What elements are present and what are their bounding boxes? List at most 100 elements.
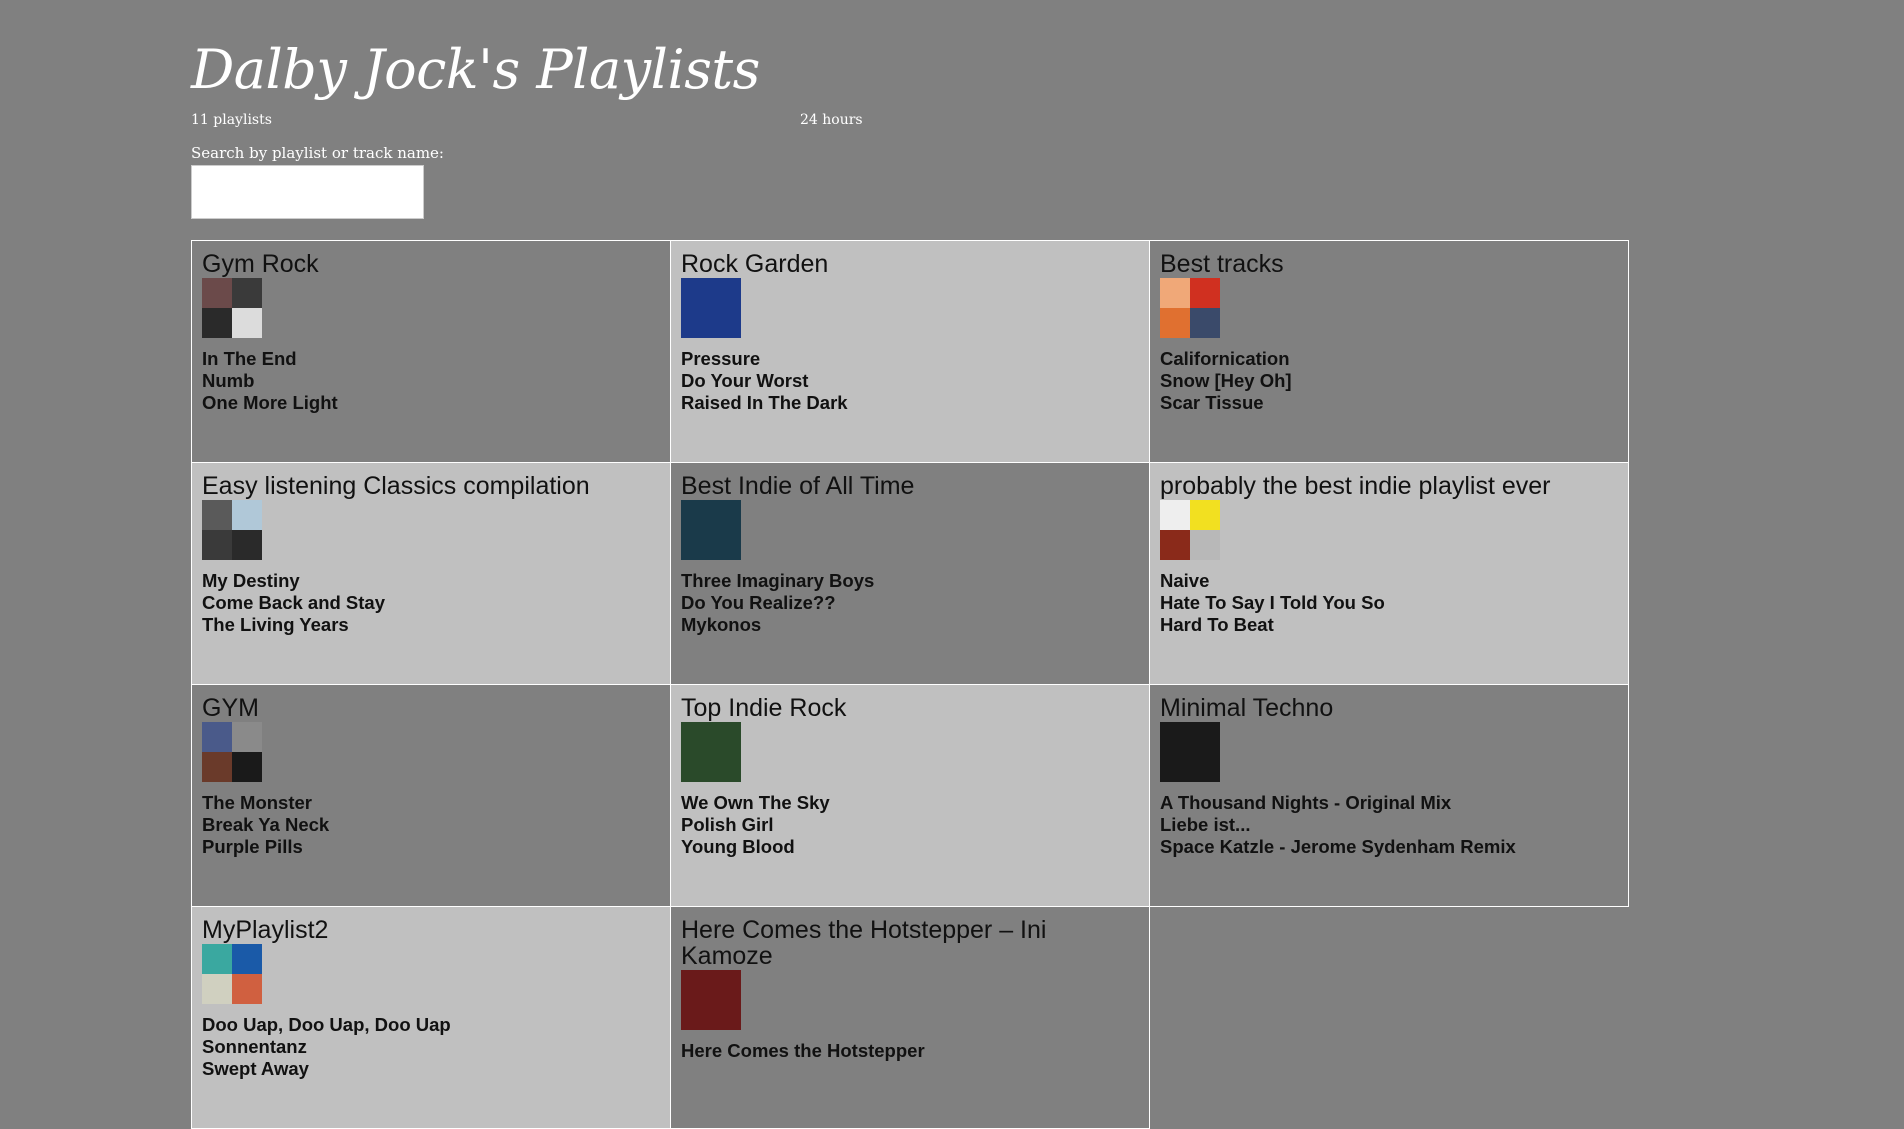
album-art-tile — [202, 308, 232, 338]
playlist-card[interactable]: GYM The Monster Break Ya Neck Purple Pills — [192, 685, 671, 907]
playlist-cover-art — [1160, 278, 1220, 338]
playlist-card[interactable]: Minimal Techno A Thousand Nights - Origin… — [1150, 685, 1629, 907]
track-item[interactable]: In The End — [202, 348, 660, 370]
playlist-cover-art — [681, 278, 741, 338]
track-item[interactable]: Do Your Worst — [681, 370, 1139, 392]
track-item[interactable]: Naive — [1160, 570, 1618, 592]
track-item[interactable]: One More Light — [202, 392, 660, 414]
track-item[interactable]: Space Katzle - Jerome Sydenham Remix — [1160, 836, 1618, 858]
album-art-tile — [681, 278, 741, 338]
album-art-tile — [202, 974, 232, 1004]
track-item[interactable]: Young Blood — [681, 836, 1139, 858]
track-item[interactable]: Doo Uap, Doo Uap, Doo Uap — [202, 1014, 660, 1036]
track-item[interactable]: Mykonos — [681, 614, 1139, 636]
track-item[interactable]: Three Imaginary Boys — [681, 570, 1139, 592]
track-item[interactable]: A Thousand Nights - Original Mix — [1160, 792, 1618, 814]
playlist-title[interactable]: Best Indie of All Time — [681, 473, 1139, 499]
track-list: Californication Snow [Hey Oh] Scar Tissue — [1160, 348, 1618, 414]
track-list: Doo Uap, Doo Uap, Doo Uap Sonnentanz Swept… — [202, 1014, 660, 1080]
track-item[interactable]: Numb — [202, 370, 660, 392]
album-art-tile — [232, 308, 262, 338]
album-art-tile — [202, 752, 232, 782]
playlist-title[interactable]: Best tracks — [1160, 251, 1618, 277]
playlist-title[interactable]: MyPlaylist2 — [202, 917, 660, 943]
track-list: A Thousand Nights - Original Mix Liebe is… — [1160, 792, 1618, 858]
track-list: Three Imaginary Boys Do You Realize?? Myko… — [681, 570, 1139, 636]
playlist-card[interactable]: probably the best indie playlist ever Nai… — [1150, 463, 1629, 685]
track-item[interactable]: The Living Years — [202, 614, 660, 636]
playlist-card[interactable]: Best Indie of All Time Three Imaginary Bo… — [671, 463, 1150, 685]
track-list: Here Comes the Hotstepper — [681, 1040, 1139, 1062]
album-art-tile — [202, 278, 232, 308]
playlist-title[interactable]: GYM — [202, 695, 660, 721]
track-item[interactable]: Swept Away — [202, 1058, 660, 1080]
album-art-tile — [202, 722, 232, 752]
playlist-title[interactable]: probably the best indie playlist ever — [1160, 473, 1618, 499]
track-item[interactable]: Scar Tissue — [1160, 392, 1618, 414]
track-list: My Destiny Come Back and Stay The Living Y… — [202, 570, 660, 636]
track-item[interactable]: Californication — [1160, 348, 1618, 370]
album-art-tile — [1190, 530, 1220, 560]
playlist-card[interactable]: Here Comes the Hotstepper – Ini Kamoze He… — [671, 907, 1150, 1129]
album-art-tile — [202, 500, 232, 530]
album-art-tile — [1160, 278, 1190, 308]
playlist-cover-art — [202, 944, 262, 1004]
album-art-tile — [232, 278, 262, 308]
playlist-cover-art — [681, 500, 741, 560]
total-hours: 24 hours — [800, 112, 863, 128]
playlist-card[interactable]: MyPlaylist2 Doo Uap, Doo Uap, Doo Uap Sonn… — [192, 907, 671, 1129]
playlist-card[interactable]: Top Indie Rock We Own The Sky Polish Girl Y… — [671, 685, 1150, 907]
album-art-tile — [232, 500, 262, 530]
playlist-cover-art — [681, 722, 741, 782]
album-art-tile — [1160, 530, 1190, 560]
track-item[interactable]: Snow [Hey Oh] — [1160, 370, 1618, 392]
album-art-tile — [681, 500, 741, 560]
track-item[interactable]: Do You Realize?? — [681, 592, 1139, 614]
album-art-tile — [202, 530, 232, 560]
album-art-tile — [1190, 308, 1220, 338]
playlist-card[interactable]: Gym Rock In The End Numb One More Light — [192, 241, 671, 463]
album-art-tile — [232, 752, 262, 782]
track-item[interactable]: Hate To Say I Told You So — [1160, 592, 1618, 614]
track-item[interactable]: Break Ya Neck — [202, 814, 660, 836]
track-item[interactable]: Here Comes the Hotstepper — [681, 1040, 1139, 1062]
playlist-card[interactable]: Best tracks Californication Snow [Hey Oh] S… — [1150, 241, 1629, 463]
playlist-title[interactable]: Top Indie Rock — [681, 695, 1139, 721]
track-item[interactable]: Hard To Beat — [1160, 614, 1618, 636]
track-item[interactable]: Come Back and Stay — [202, 592, 660, 614]
track-item[interactable]: The Monster — [202, 792, 660, 814]
album-art-tile — [1160, 500, 1190, 530]
page-title: Dalby Jock's Playlists — [191, 38, 760, 101]
album-art-tile — [232, 722, 262, 752]
album-art-tile — [202, 944, 232, 974]
playlist-card[interactable]: Easy listening Classics compilation My De… — [192, 463, 671, 685]
search-input[interactable] — [191, 165, 424, 219]
album-art-tile — [232, 974, 262, 1004]
track-item[interactable]: Purple Pills — [202, 836, 660, 858]
playlist-title[interactable]: Minimal Techno — [1160, 695, 1618, 721]
track-list: Naive Hate To Say I Told You So Hard To Be… — [1160, 570, 1618, 636]
playlist-title[interactable]: Gym Rock — [202, 251, 660, 277]
track-item[interactable]: Polish Girl — [681, 814, 1139, 836]
track-item[interactable]: Sonnentanz — [202, 1036, 660, 1058]
track-list: We Own The Sky Polish Girl Young Blood — [681, 792, 1139, 858]
album-art-tile — [232, 944, 262, 974]
playlist-cover-art — [202, 500, 262, 560]
playlist-title[interactable]: Easy listening Classics compilation — [202, 473, 660, 499]
album-art-tile — [1190, 278, 1220, 308]
playlist-title[interactable]: Rock Garden — [681, 251, 1139, 277]
album-art-tile — [1160, 722, 1220, 782]
album-art-tile — [681, 970, 741, 1030]
track-item[interactable]: Pressure — [681, 348, 1139, 370]
track-item[interactable]: My Destiny — [202, 570, 660, 592]
playlist-cover-art — [681, 970, 741, 1030]
album-art-tile — [1160, 308, 1190, 338]
playlist-title[interactable]: Here Comes the Hotstepper – Ini Kamoze — [681, 917, 1139, 969]
track-item[interactable]: We Own The Sky — [681, 792, 1139, 814]
track-item[interactable]: Raised In The Dark — [681, 392, 1139, 414]
playlist-cover-art — [202, 722, 262, 782]
track-item[interactable]: Liebe ist... — [1160, 814, 1618, 836]
playlist-count: 11 playlists — [191, 112, 272, 128]
playlist-card[interactable]: Rock Garden Pressure Do Your Worst Raised I… — [671, 241, 1150, 463]
playlist-cover-art — [1160, 722, 1220, 782]
